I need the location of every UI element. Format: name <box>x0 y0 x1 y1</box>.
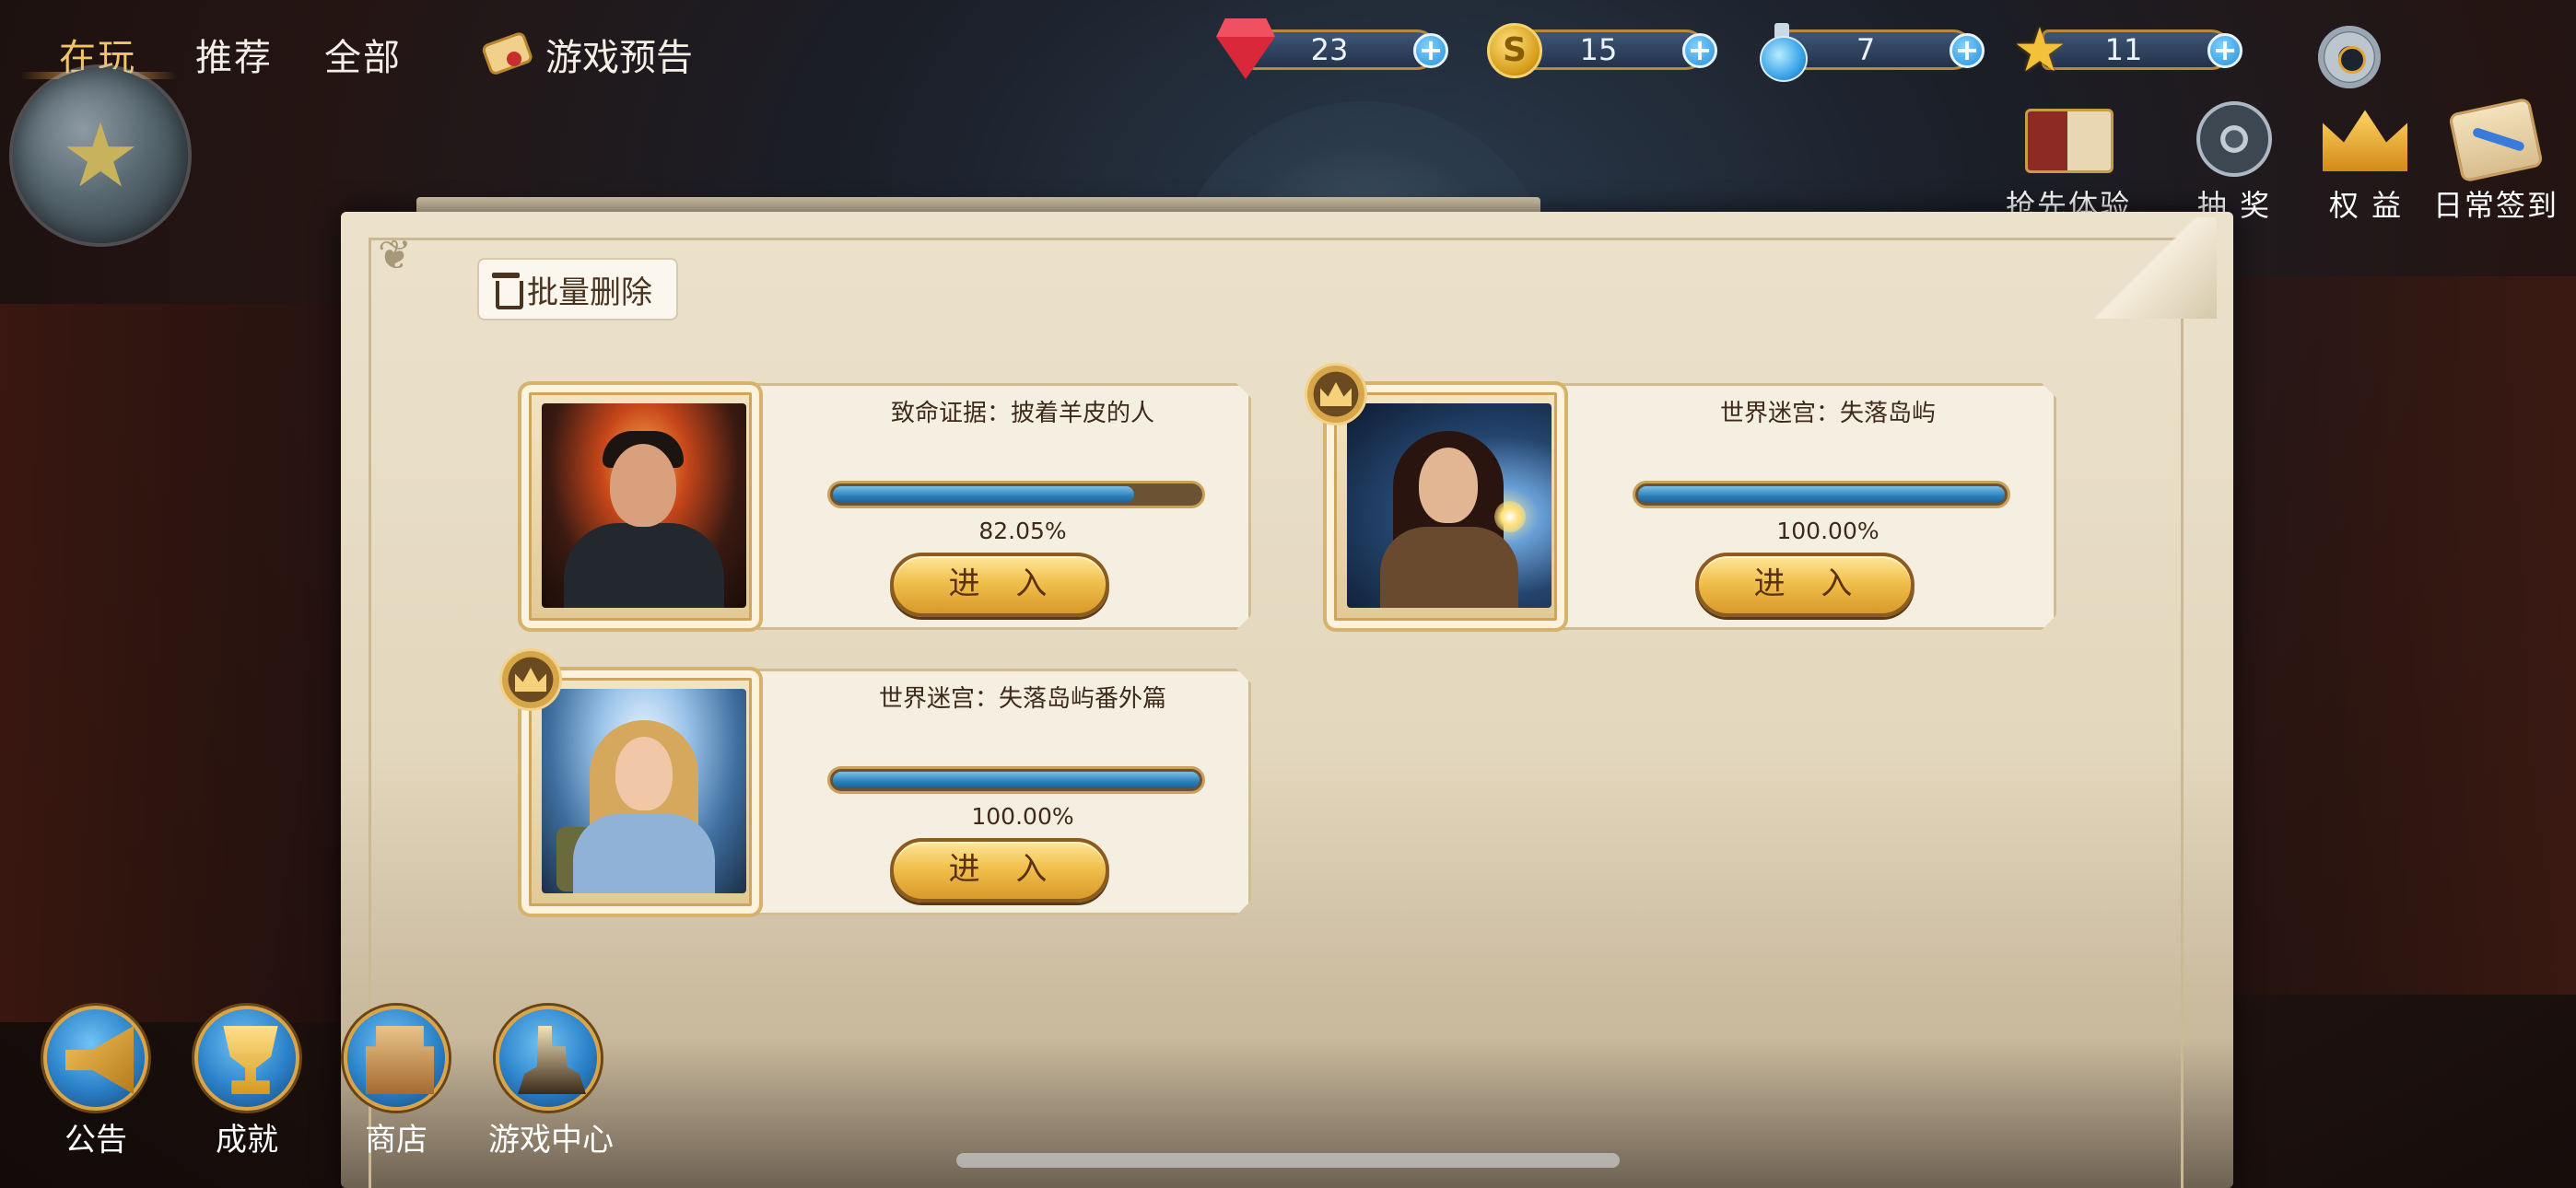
potion-icon <box>1751 20 1813 82</box>
benefits-button[interactable]: 权 益 <box>2311 98 2421 225</box>
currency-stars: 11 ★ + <box>2008 20 2246 81</box>
add-potions-button[interactable]: + <box>1950 33 1985 68</box>
batch-delete-label: 批量删除 <box>527 274 652 311</box>
crown-icon <box>2315 98 2417 182</box>
game-progress-bar <box>827 766 1205 794</box>
achievements-label: 成就 <box>216 1122 278 1159</box>
star-icon: ★ <box>60 104 141 207</box>
game-title: 世界迷宫：失落岛屿番外篇 <box>878 685 1166 713</box>
game-progress-text: 100.00% <box>1776 518 1879 544</box>
game-cover-image <box>542 689 746 893</box>
early-access-button[interactable]: 抢先体验 <box>1999 98 2137 225</box>
tab-all[interactable]: 全部 <box>324 28 402 81</box>
game-progress-bar <box>827 481 1205 508</box>
benefits-label: 权 益 <box>2328 188 2404 223</box>
achievements-button[interactable]: 成就 <box>192 1006 302 1159</box>
daily-checkin-button[interactable]: 日常签到 <box>2429 97 2563 225</box>
enter-game-button[interactable]: 进 入 <box>1695 553 1914 617</box>
vip-crown-badge-icon <box>499 648 562 711</box>
game-progress-fill <box>833 486 1134 503</box>
trash-icon <box>492 273 523 309</box>
scroll-icon <box>477 29 538 79</box>
daily-checkin-label: 日常签到 <box>2432 188 2558 223</box>
game-title: 致命证据：披着羊皮的人 <box>890 400 1154 427</box>
page-fold <box>2078 217 2217 319</box>
game-cover-image <box>542 403 746 608</box>
tab-recommended[interactable]: 推荐 <box>195 28 273 81</box>
currency-gems: 23 + <box>1214 20 1452 79</box>
star-icon: ★ <box>2012 15 2067 86</box>
game-cover-frame[interactable] <box>518 381 763 632</box>
batch-delete-button[interactable]: 批量删除 <box>477 258 678 320</box>
tab-game-preview-label: 游戏预告 <box>545 37 693 79</box>
corner-ornament-icon: ❦ <box>378 232 412 279</box>
enter-game-button[interactable]: 进 入 <box>890 553 1109 617</box>
enter-game-button[interactable]: 进 入 <box>890 838 1109 903</box>
game-title: 世界迷宫：失落岛屿 <box>1719 400 1936 427</box>
ruby-gem-icon <box>1214 20 1277 81</box>
lottery-button[interactable]: 抽 奖 <box>2174 98 2294 225</box>
add-gems-button[interactable]: + <box>1413 33 1448 68</box>
megaphone-icon <box>43 1006 148 1111</box>
background-shelf-left <box>0 304 350 1022</box>
book-icon <box>2018 98 2119 182</box>
game-cover-image <box>1347 403 1551 608</box>
tab-game-preview[interactable]: 游戏预告 <box>477 28 693 81</box>
game-cover-frame[interactable] <box>518 667 763 917</box>
game-progress-fill <box>1638 486 2005 503</box>
settings-gear-icon[interactable] <box>2318 26 2381 88</box>
currency-potions: 7 + <box>1751 20 1988 82</box>
game-progress-text: 100.00% <box>971 803 1074 830</box>
game-card: 世界迷宫：失落岛屿番外篇 100.00% 进 入 <box>499 648 1251 917</box>
announcement-button[interactable]: 公告 <box>41 1006 151 1159</box>
film-reel-icon <box>2184 98 2285 182</box>
shop-label: 商店 <box>365 1122 427 1159</box>
game-center-button[interactable]: 游戏中心 <box>488 1006 614 1159</box>
trophy-icon <box>194 1006 299 1111</box>
game-progress-fill <box>833 772 1200 788</box>
home-indicator[interactable] <box>956 1153 1620 1168</box>
announcement-label: 公告 <box>64 1122 127 1159</box>
add-coins-button[interactable]: + <box>1682 33 1717 68</box>
game-progress-bar <box>1633 481 2010 508</box>
game-card: 致命证据：披着羊皮的人 82.05% 进 入 <box>518 381 1251 632</box>
add-stars-button[interactable]: + <box>2207 33 2242 68</box>
game-center-label: 游戏中心 <box>488 1122 614 1159</box>
chess-icon <box>496 1006 601 1111</box>
game-card: 世界迷宫：失落岛屿 100.00% 进 入 <box>1305 363 2056 632</box>
cash-register-icon <box>344 1006 449 1111</box>
background-shelf-right <box>2180 276 2576 995</box>
floating-star-orb-button[interactable]: ★ <box>13 68 188 243</box>
game-progress-text: 82.05% <box>978 518 1067 544</box>
gold-coin-icon: S <box>1483 20 1546 81</box>
scroll-quill-icon <box>2445 97 2547 183</box>
game-cover-frame[interactable] <box>1323 381 1568 632</box>
currency-coins: 15 S + <box>1483 20 1721 78</box>
shop-button[interactable]: 商店 <box>341 1006 451 1159</box>
vip-crown-badge-icon <box>1305 363 1367 425</box>
